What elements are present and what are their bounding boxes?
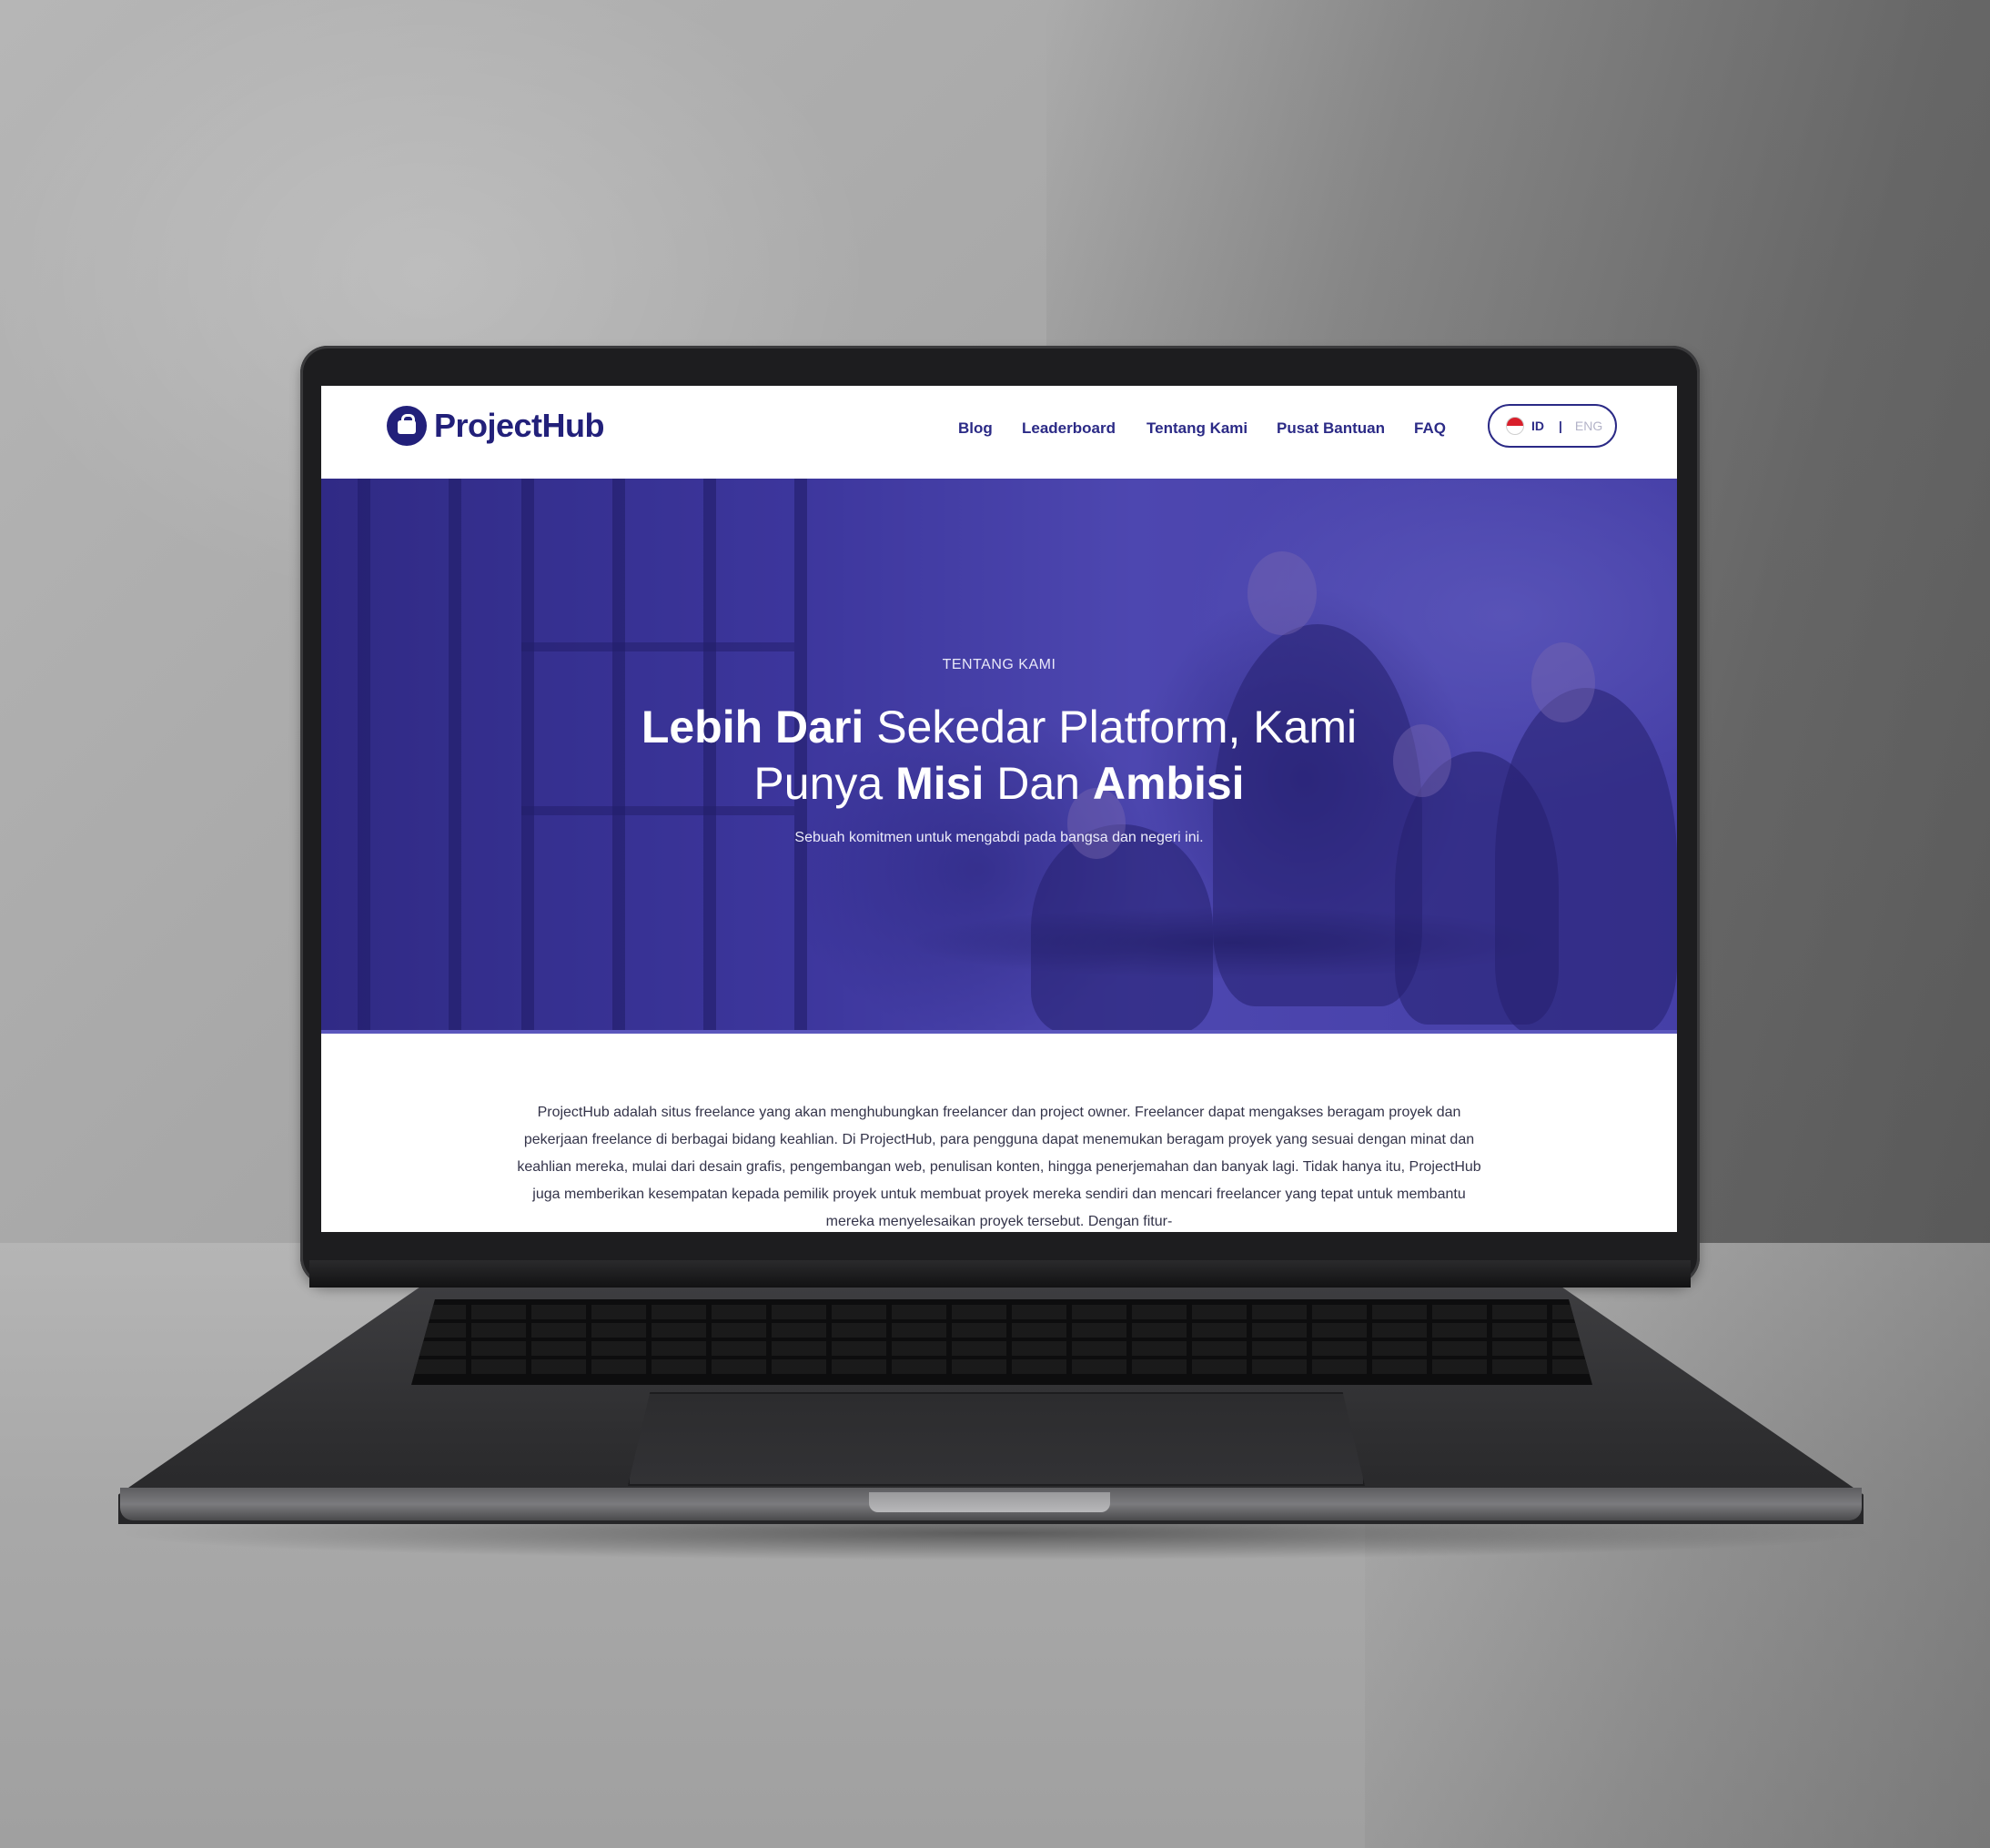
headline-bold-3: Ambisi — [1092, 758, 1245, 809]
nav-link-pusat-bantuan[interactable]: Pusat Bantuan — [1277, 419, 1385, 438]
hero-subtitle: Sebuah komitmen untuk mengabdi pada bang… — [794, 830, 1204, 845]
language-separator: | — [1559, 419, 1562, 433]
laptop-trackpad — [628, 1392, 1365, 1486]
hero-banner: TENTANG KAMI Lebih Dari Sekedar Platform… — [321, 479, 1677, 1032]
about-paragraph: ProjectHub adalah situs freelance yang a… — [517, 1105, 1481, 1229]
language-switcher[interactable]: ID | ENG — [1488, 404, 1617, 448]
nav-link-leaderboard[interactable]: Leaderboard — [1022, 419, 1116, 438]
projecthub-logo-icon — [387, 406, 427, 446]
top-navbar: ProjectHub Blog Leaderboard Tentang Kami… — [321, 386, 1677, 479]
brand-name: ProjectHub — [434, 407, 605, 444]
hero-headline: Lebih Dari Sekedar Platform, Kami Punya … — [321, 699, 1677, 812]
headline-bold-1: Lebih Dari — [641, 702, 864, 752]
laptop-keyboard — [411, 1299, 1592, 1385]
laptop-hinge — [309, 1260, 1691, 1288]
brand-logo[interactable]: ProjectHub — [387, 402, 605, 449]
headline-bold-2: Misi — [895, 758, 985, 809]
nav-link-faq[interactable]: FAQ — [1414, 419, 1446, 438]
headline-regular-2: Punya — [753, 758, 896, 809]
language-option-id[interactable]: ID — [1531, 419, 1544, 433]
hero-eyebrow: TENTANG KAMI — [942, 657, 1056, 672]
headline-regular-1: Sekedar Platform, Kami — [864, 702, 1358, 752]
laptop-screen: ProjectHub Blog Leaderboard Tentang Kami… — [321, 386, 1677, 1232]
nav-link-blog[interactable]: Blog — [958, 419, 993, 438]
hero-bottom-divider — [321, 1030, 1677, 1034]
nav-link-tentang-kami[interactable]: Tentang Kami — [1147, 419, 1248, 438]
language-option-eng[interactable]: ENG — [1575, 419, 1602, 433]
laptop-open-notch — [869, 1492, 1110, 1512]
headline-regular-3: Dan — [984, 758, 1093, 809]
indonesia-flag-icon — [1506, 417, 1524, 435]
